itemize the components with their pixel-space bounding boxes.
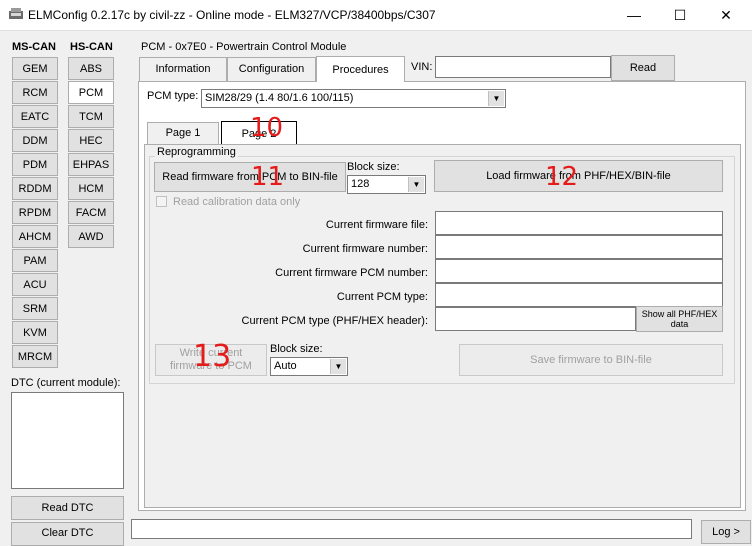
current-firmware-pcm-number-label: Current firmware PCM number:	[275, 267, 428, 279]
tab-procedures[interactable]: Procedures	[316, 56, 405, 82]
app-icon	[9, 8, 23, 19]
hs-can-header: HS-CAN	[70, 41, 113, 53]
current-firmware-pcm-number-field[interactable]	[435, 259, 723, 283]
close-button[interactable]: ✕	[703, 0, 749, 30]
log-output[interactable]	[131, 519, 692, 539]
module-button-rpdm[interactable]: RPDM	[12, 201, 58, 224]
read-firmware-button[interactable]: Read firmware from PCM to BIN-file	[154, 162, 346, 192]
ms-can-header: MS-CAN	[12, 41, 56, 53]
module-button-ehpas[interactable]: EHPAS	[68, 153, 114, 176]
title-bar: ELMConfig 0.2.17c by civil-zz - Online m…	[0, 0, 752, 31]
pcm-type-select[interactable]: SIM28/29 (1.4 80/1.6 100/115) ▼	[201, 89, 506, 108]
vin-label: VIN:	[411, 61, 433, 73]
dtc-list[interactable]	[11, 392, 124, 489]
block-size2-value: Auto	[274, 360, 297, 372]
tab-configuration[interactable]: Configuration	[227, 57, 316, 81]
chevron-down-icon: ▼	[488, 91, 504, 106]
current-pcm-type-label: Current PCM type:	[336, 291, 428, 303]
block-size-value: 128	[351, 178, 370, 190]
module-button-kvm[interactable]: KVM	[12, 321, 58, 344]
module-header: PCM - 0x7E0 - Powertrain Control Module	[141, 41, 347, 53]
minimize-button[interactable]: —	[611, 0, 657, 30]
module-button-rddm[interactable]: RDDM	[12, 177, 58, 200]
maximize-button[interactable]: ☐	[657, 0, 703, 30]
module-button-pcm[interactable]: PCM	[68, 81, 114, 104]
write-firmware-button[interactable]: Write current firmware to PCM	[155, 344, 267, 376]
read-dtc-button[interactable]: Read DTC	[11, 496, 124, 520]
current-firmware-number-label: Current firmware number:	[302, 243, 428, 255]
module-button-awd[interactable]: AWD	[68, 225, 114, 248]
vin-input[interactable]	[435, 56, 611, 78]
dtc-label: DTC (current module):	[11, 377, 121, 389]
tab-page-2[interactable]: Page 2	[221, 121, 297, 145]
module-button-pam[interactable]: PAM	[12, 249, 58, 272]
module-button-pdm[interactable]: PDM	[12, 153, 58, 176]
block-size2-select[interactable]: Auto ▼	[270, 357, 348, 376]
block-size-select[interactable]: 128 ▼	[347, 175, 426, 194]
module-button-mrcm[interactable]: MRCM	[12, 345, 58, 368]
read-calibration-checkbox[interactable]	[156, 196, 167, 207]
module-button-hec[interactable]: HEC	[68, 129, 114, 152]
tab-information[interactable]: Information	[139, 57, 227, 81]
module-button-abs[interactable]: ABS	[68, 57, 114, 80]
read-vin-button[interactable]: Read	[611, 55, 675, 81]
module-button-srm[interactable]: SRM	[12, 297, 58, 320]
load-firmware-button[interactable]: Load firmware from PHF/HEX/BIN-file	[434, 160, 723, 192]
pcm-type-value: SIM28/29 (1.4 80/1.6 100/115)	[205, 92, 354, 104]
module-button-eatc[interactable]: EATC	[12, 105, 58, 128]
block-size2-label: Block size:	[270, 343, 323, 355]
pcm-type-label: PCM type:	[147, 90, 199, 102]
current-pcm-type-field[interactable]	[435, 283, 723, 307]
minimize-icon: —	[627, 7, 641, 23]
chevron-down-icon: ▼	[330, 359, 346, 374]
save-firmware-button[interactable]: Save firmware to BIN-file	[459, 344, 723, 376]
current-firmware-file-label: Current firmware file:	[325, 219, 428, 231]
reprogramming-group-label: Reprogramming	[155, 146, 238, 158]
log-toggle-button[interactable]: Log >	[701, 520, 751, 544]
current-firmware-file-field[interactable]	[435, 211, 723, 235]
current-pcm-type-header-field[interactable]	[435, 307, 636, 331]
chevron-down-icon: ▼	[408, 177, 424, 192]
module-button-gem[interactable]: GEM	[12, 57, 58, 80]
clear-dtc-button[interactable]: Clear DTC	[11, 522, 124, 546]
close-icon: ✕	[720, 7, 732, 23]
current-firmware-number-field[interactable]	[435, 235, 723, 259]
module-button-ddm[interactable]: DDM	[12, 129, 58, 152]
tab-page-1[interactable]: Page 1	[147, 122, 219, 144]
module-button-hcm[interactable]: HCM	[68, 177, 114, 200]
current-pcm-type-header-label: Current PCM type (PHF/HEX header):	[241, 315, 428, 327]
module-button-facm[interactable]: FACM	[68, 201, 114, 224]
block-size-label: Block size:	[347, 161, 400, 173]
module-button-tcm[interactable]: TCM	[68, 105, 114, 128]
read-calibration-label: Read calibration data only	[173, 196, 301, 208]
window-title: ELMConfig 0.2.17c by civil-zz - Online m…	[28, 8, 436, 22]
module-button-rcm[interactable]: RCM	[12, 81, 58, 104]
show-all-phf-hex-button[interactable]: Show all PHF/HEX data	[636, 306, 723, 332]
module-button-acu[interactable]: ACU	[12, 273, 58, 296]
module-button-ahcm[interactable]: AHCM	[12, 225, 58, 248]
maximize-icon: ☐	[673, 7, 687, 23]
